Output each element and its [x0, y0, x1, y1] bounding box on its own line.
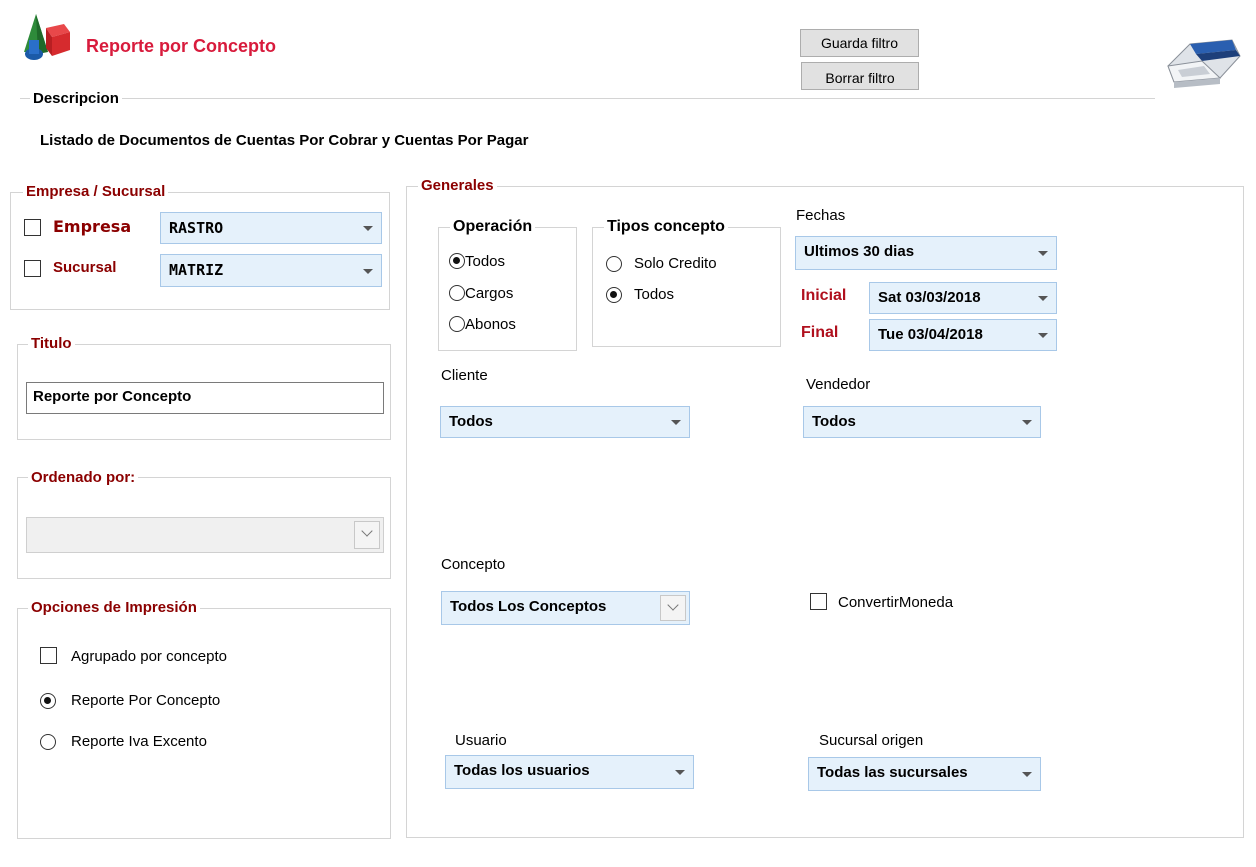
chevron-down-icon [363, 268, 373, 274]
reporte-concepto-label: Reporte Por Concepto [71, 692, 221, 709]
inicial-label: Inicial [801, 287, 847, 304]
concepto-select[interactable]: Todos Los Conceptos [441, 591, 690, 625]
empresa-label: Empresa [53, 217, 132, 236]
concepto-label: Concepto [441, 556, 506, 573]
cliente-label: Cliente [441, 367, 488, 384]
save-filter-button[interactable]: Guarda filtro [800, 29, 919, 57]
empresa-sucursal-legend: Empresa / Sucursal [23, 183, 169, 201]
chevron-down-icon [1022, 772, 1032, 777]
chevron-down-icon [660, 595, 686, 621]
descripcion-text: Listado de Documentos de Cuentas Por Cob… [40, 132, 529, 149]
chevron-down-icon [671, 420, 681, 425]
reporte-concepto-radio[interactable] [40, 693, 56, 709]
printer-icon [1167, 39, 1241, 88]
descripcion-legend: Descripcion [30, 90, 122, 108]
titulo-input[interactable]: Reporte por Concepto [26, 382, 384, 414]
tipos-todos-label: Todos [634, 286, 675, 303]
opciones-legend: Opciones de Impresión [28, 599, 200, 617]
operacion-abonos-label: Abonos [465, 316, 516, 333]
tipos-solo-credito-label: Solo Credito [634, 255, 717, 272]
titulo-legend: Titulo [28, 335, 75, 353]
inicial-value: Sat 03/03/2018 [878, 289, 981, 306]
chevron-down-icon [675, 770, 685, 775]
ordenado-select[interactable] [26, 517, 384, 553]
agrupado-checkbox[interactable] [40, 647, 57, 664]
final-value: Tue 03/04/2018 [878, 326, 983, 343]
cliente-select[interactable]: Todos [440, 406, 690, 438]
usuario-select[interactable]: Todas los usuarios [445, 755, 694, 789]
agrupado-label: Agrupado por concepto [71, 648, 227, 665]
tipos-solo-credito-radio[interactable] [606, 256, 622, 272]
usuario-label: Usuario [455, 732, 507, 749]
empresa-value: RASTRO [169, 219, 224, 237]
sucursal-select[interactable]: MATRIZ [160, 254, 382, 287]
sucursal-checkbox[interactable] [24, 260, 41, 277]
reporte-iva-label: Reporte Iva Excento [71, 733, 207, 750]
chevron-down-icon [354, 521, 380, 549]
page-title: Reporte por Concepto [86, 36, 277, 56]
chevron-down-icon [1038, 296, 1048, 301]
clear-filter-button[interactable]: Borrar filtro [801, 62, 919, 90]
opciones-group [17, 608, 391, 839]
shapes-icon [24, 14, 70, 60]
reporte-iva-radio[interactable] [40, 734, 56, 750]
final-label: Final [801, 324, 839, 341]
convertir-moneda-checkbox[interactable] [810, 593, 827, 610]
chevron-down-icon [363, 226, 373, 231]
final-date-picker[interactable]: Tue 03/04/2018 [869, 319, 1057, 351]
operacion-legend: Operación [450, 218, 536, 236]
chevron-down-icon [1038, 251, 1048, 256]
usuario-value: Todas los usuarios [454, 762, 590, 779]
chevron-down-icon [1022, 420, 1032, 425]
empresa-sucursal-group [10, 192, 390, 310]
app-logo [20, 10, 72, 66]
operacion-cargos-label: Cargos [465, 285, 514, 302]
sucursal-origen-select[interactable]: Todas las sucursales [808, 757, 1041, 791]
vendedor-label: Vendedor [806, 376, 871, 393]
operacion-todos-label: Todos [465, 253, 506, 270]
chevron-down-icon [1038, 333, 1048, 338]
inicial-date-picker[interactable]: Sat 03/03/2018 [869, 282, 1057, 314]
empresa-select[interactable]: RASTRO [160, 212, 382, 244]
operacion-todos-radio[interactable] [449, 253, 465, 269]
fechas-range-value: Ultimos 30 dias [804, 243, 915, 260]
vendedor-select[interactable]: Todos [803, 406, 1041, 438]
generales-legend: Generales [418, 177, 497, 195]
convertir-moneda-label: ConvertirMoneda [838, 594, 954, 611]
tipos-todos-radio[interactable] [606, 287, 622, 303]
sucursal-origen-label: Sucursal origen [819, 732, 924, 749]
operacion-cargos-radio[interactable] [449, 285, 465, 301]
tipos-legend: Tipos concepto [604, 218, 728, 236]
sucursal-origen-value: Todas las sucursales [817, 764, 968, 781]
cliente-value: Todos [449, 413, 493, 430]
tipos-group [592, 227, 781, 347]
sucursal-label: Sucursal [53, 259, 117, 276]
vendedor-value: Todos [812, 413, 856, 430]
fechas-range-select[interactable]: Ultimos 30 dias [795, 236, 1057, 270]
fechas-label: Fechas [796, 207, 846, 224]
print-button[interactable] [1160, 26, 1244, 96]
descripcion-divider [20, 98, 1155, 99]
empresa-checkbox[interactable] [24, 219, 41, 236]
sucursal-value: MATRIZ [169, 261, 224, 279]
operacion-abonos-radio[interactable] [449, 316, 465, 332]
ordenado-legend: Ordenado por: [28, 469, 139, 487]
concepto-value: Todos Los Conceptos [450, 598, 607, 615]
